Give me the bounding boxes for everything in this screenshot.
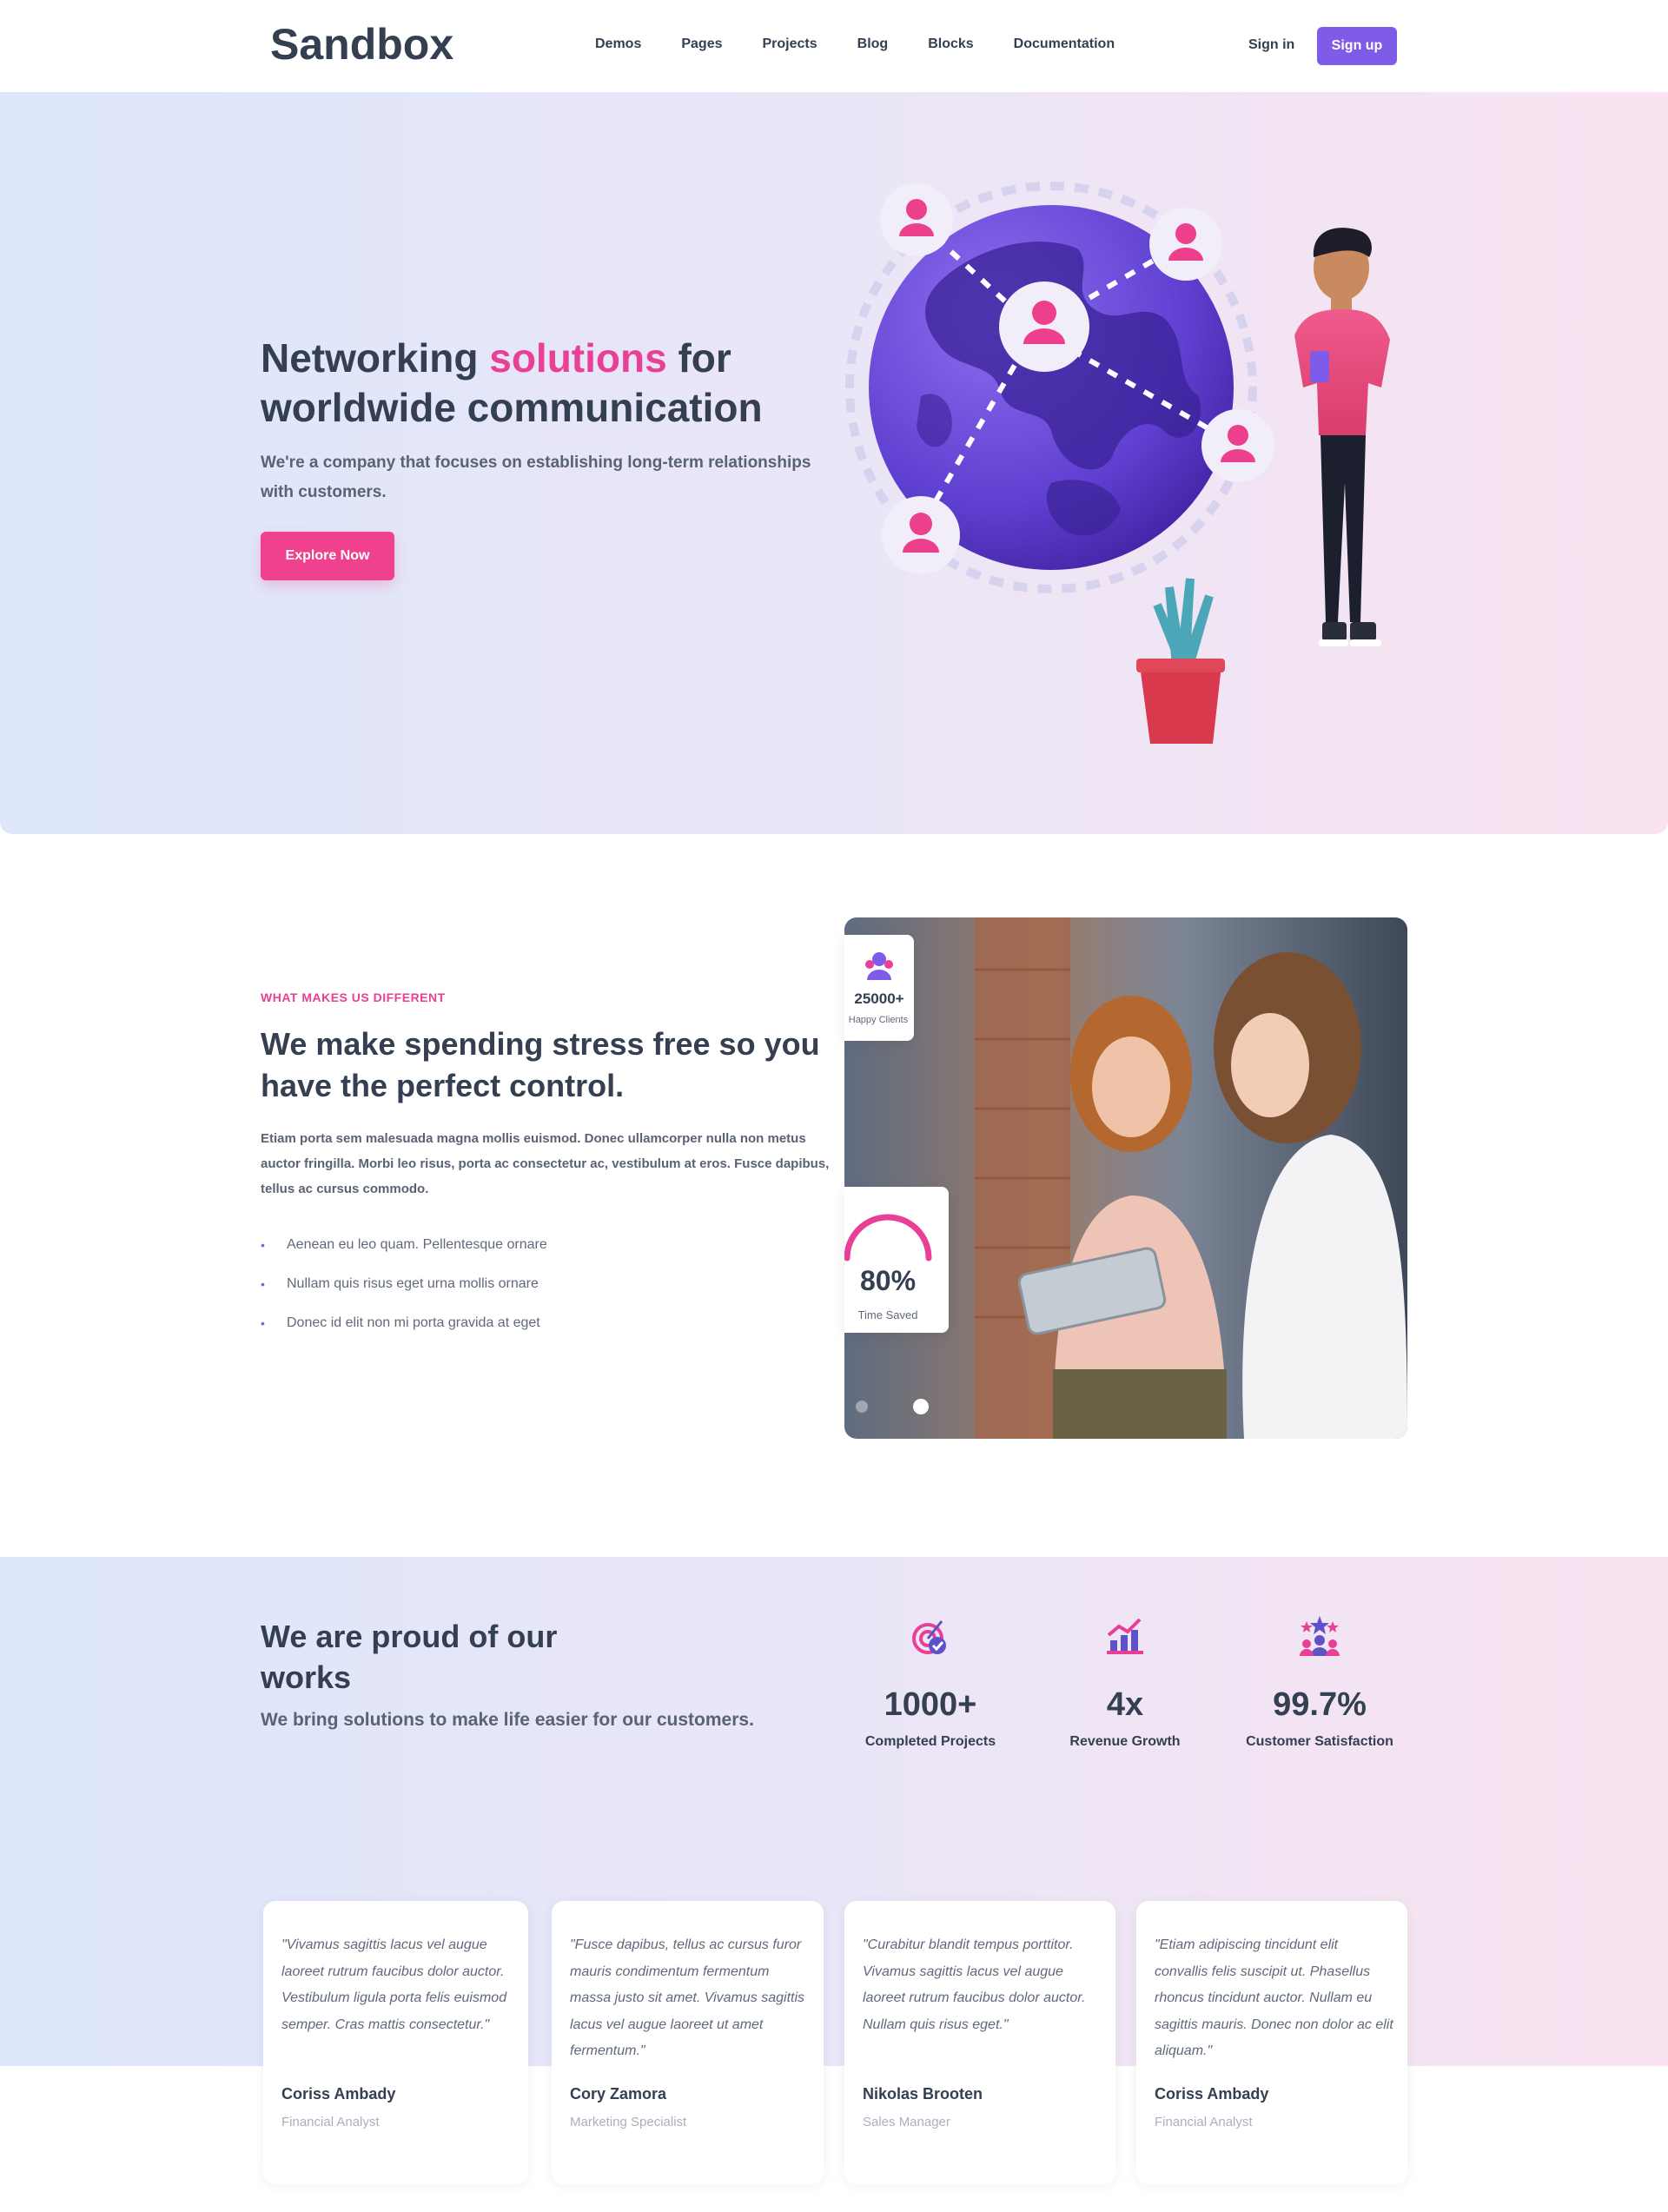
plant-pot-icon: [1136, 578, 1225, 744]
bullet-icon: •: [261, 1277, 265, 1291]
user-bubble-center: [999, 281, 1089, 372]
user-bubble-bottom-left: [882, 496, 960, 574]
nav-blog[interactable]: Blog: [857, 36, 889, 52]
carousel-dot-active[interactable]: [913, 1399, 929, 1414]
testimonial-quote: "Curabitur blandit tempus porttitor. Viv…: [863, 1937, 1086, 2032]
nav-projects[interactable]: Projects: [763, 36, 817, 52]
testimonial-role: Sales Manager: [863, 2115, 950, 2129]
main-nav: Demos Pages Projects Blog Blocks Documen…: [595, 36, 1155, 52]
bullet-icon: •: [261, 1316, 265, 1330]
stat-revenue-growth: 4x Revenue Growth: [1021, 1614, 1229, 1750]
bullet-icon: •: [261, 1238, 265, 1252]
testimonial-card: "Vivamus sagittis lacus vel augue laoree…: [263, 1901, 528, 2184]
list-item: • Donec id elit non mi porta gravida at e…: [261, 1312, 547, 1351]
user-bubble-top-right: [1149, 208, 1222, 281]
testimonial-quote: "Vivamus sagittis lacus vel augue laoree…: [281, 1937, 507, 2032]
feature-list: • Aenean eu leo quam. Pellentesque ornare…: [261, 1234, 547, 1351]
happy-clients-card: 25000+ Happy Clients: [844, 935, 914, 1041]
explore-now-button[interactable]: Explore Now: [261, 532, 394, 580]
logo-text: Sandbox: [270, 20, 454, 69]
stat-value: 99.7%: [1273, 1686, 1367, 1723]
sign-up-button[interactable]: Sign up: [1317, 27, 1397, 65]
stat-value: 1000+: [884, 1686, 977, 1723]
nav-pages[interactable]: Pages: [681, 36, 722, 52]
list-item-text: Nullam quis risus eget urna mollis ornar…: [287, 1276, 539, 1291]
hero-title: Networking solutions for worldwide commu…: [261, 334, 817, 433]
stat-customer-satisfaction: 99.7% Customer Satisfaction: [1215, 1614, 1424, 1750]
time-saved-label: Time Saved: [857, 1308, 918, 1321]
nav-documentation[interactable]: Documentation: [1014, 36, 1115, 52]
nav-blocks[interactable]: Blocks: [928, 36, 973, 52]
logo[interactable]: Sandbox: [270, 19, 453, 70]
list-item: • Nullam quis risus eget urna mollis orna…: [261, 1273, 547, 1312]
nav-demos[interactable]: Demos: [595, 36, 641, 52]
hero-title-highlight: solutions: [489, 335, 667, 381]
growth-chart-icon: [1107, 1618, 1143, 1654]
testimonial-name: Coriss Ambady: [281, 2085, 396, 2103]
testimonial-card: "Fusce dapibus, tellus ac cursus furor m…: [552, 1901, 824, 2184]
team-stars-icon: [1300, 1616, 1340, 1656]
person-illustration: [1294, 228, 1390, 646]
testimonial-role: Financial Analyst: [281, 2115, 380, 2129]
testimonial-quote: "Etiam adipiscing tincidunt elit convall…: [1155, 1937, 1393, 2058]
testimonial-name: Nikolas Brooten: [863, 2085, 983, 2103]
testimonial-card: "Curabitur blandit tempus porttitor. Viv…: [844, 1901, 1115, 2184]
about-title: We make spending stress free so you have…: [261, 1026, 820, 1103]
stats-subtitle: We bring solutions to make life easier f…: [261, 1710, 754, 1730]
hero-title-pre: Networking: [261, 335, 490, 381]
testimonial-name: Cory Zamora: [570, 2085, 667, 2103]
team-photo: [844, 917, 1407, 1439]
section-overline: WHAT MAKES US DIFFERENT: [261, 990, 446, 1004]
networking-illustration: [845, 182, 1390, 744]
stats-section: We are proud of our works We bring solut…: [0, 1557, 1668, 2066]
stat-value: 4x: [1106, 1686, 1144, 1723]
testimonial-role: Financial Analyst: [1155, 2115, 1253, 2129]
stat-label: Customer Satisfaction: [1246, 1734, 1393, 1749]
stat-label: Completed Projects: [864, 1734, 996, 1749]
time-saved-card: 80% Time Saved: [844, 1187, 949, 1333]
stat-label: Revenue Growth: [1069, 1734, 1181, 1749]
hero-subtitle: We're a company that focuses on establis…: [261, 454, 811, 501]
happy-clients-label: Happy Clients: [848, 1015, 909, 1025]
list-item: • Aenean eu leo quam. Pellentesque ornare: [261, 1234, 547, 1273]
stats-title: We are proud of our works: [261, 1619, 558, 1695]
user-bubble-right: [1201, 409, 1274, 482]
site-header: Sandbox Demos Pages Projects Blog Blocks…: [0, 0, 1668, 92]
list-item-text: Donec id elit non mi porta gravida at eg…: [287, 1315, 540, 1330]
users-icon: [865, 952, 893, 980]
testimonial-name: Coriss Ambady: [1155, 2085, 1269, 2103]
hero-section: Networking solutions for worldwide commu…: [0, 92, 1668, 834]
testimonial-card: "Etiam adipiscing tincidunt elit convall…: [1136, 1901, 1407, 2184]
testimonial-role: Marketing Specialist: [570, 2115, 687, 2129]
user-bubble-top-left: [880, 183, 953, 256]
time-saved-value: 80%: [859, 1265, 917, 1296]
list-item-text: Aenean eu leo quam. Pellentesque ornare: [287, 1237, 547, 1252]
sign-in-link[interactable]: Sign in: [1248, 37, 1294, 53]
progress-arc-icon: [844, 1214, 932, 1262]
happy-clients-value: 25000+: [854, 990, 904, 1007]
stat-completed-projects: 1000+ Completed Projects: [826, 1614, 1035, 1750]
about-paragraph: Etiam porta sem malesuada magna mollis e…: [261, 1131, 830, 1196]
target-icon: [912, 1620, 946, 1654]
testimonial-quote: "Fusce dapibus, tellus ac cursus furor m…: [570, 1937, 805, 2058]
carousel-dot[interactable]: [856, 1401, 868, 1413]
